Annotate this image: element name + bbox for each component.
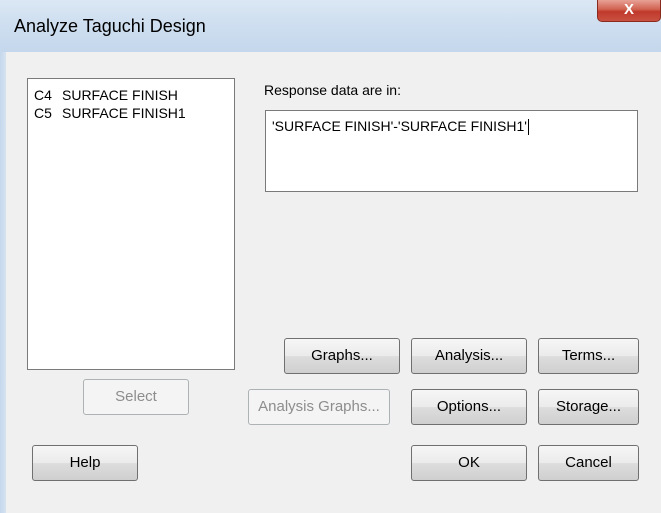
storage-button[interactable]: Storage... (538, 389, 639, 425)
close-button[interactable]: X (597, 0, 661, 22)
response-input[interactable]: 'SURFACE FINISH'-'SURFACE FINISH1' (265, 110, 638, 192)
list-item[interactable]: C5 SURFACE FINISH1 (34, 105, 186, 123)
list-item-name: SURFACE FINISH (62, 87, 178, 103)
variables-listbox[interactable]: C4 SURFACE FINISH C5 SURFACE FINISH1 (27, 78, 235, 370)
analysis-graphs-button[interactable]: Analysis Graphs... (248, 389, 390, 425)
title-bar: Analyze Taguchi Design X (0, 0, 661, 52)
text-caret (527, 119, 529, 136)
response-value: 'SURFACE FINISH'-'SURFACE FINISH1' (272, 118, 527, 134)
list-item-column: C4 (34, 87, 52, 103)
window-title: Analyze Taguchi Design (14, 16, 206, 36)
terms-button[interactable]: Terms... (538, 338, 639, 374)
list-item-name: SURFACE FINISH1 (62, 105, 186, 121)
help-button[interactable]: Help (32, 445, 138, 481)
ok-button[interactable]: OK (411, 445, 527, 481)
close-icon: X (623, 1, 634, 18)
graphs-button[interactable]: Graphs... (284, 338, 400, 374)
list-item[interactable]: C4 SURFACE FINISH (34, 87, 178, 105)
options-button[interactable]: Options... (411, 389, 527, 425)
cancel-button[interactable]: Cancel (538, 445, 639, 481)
response-label: Response data are in: (264, 82, 401, 98)
window-frame-left (0, 52, 6, 513)
select-button[interactable]: Select (83, 379, 189, 415)
analysis-button[interactable]: Analysis... (411, 338, 527, 374)
list-item-column: C5 (34, 105, 52, 121)
